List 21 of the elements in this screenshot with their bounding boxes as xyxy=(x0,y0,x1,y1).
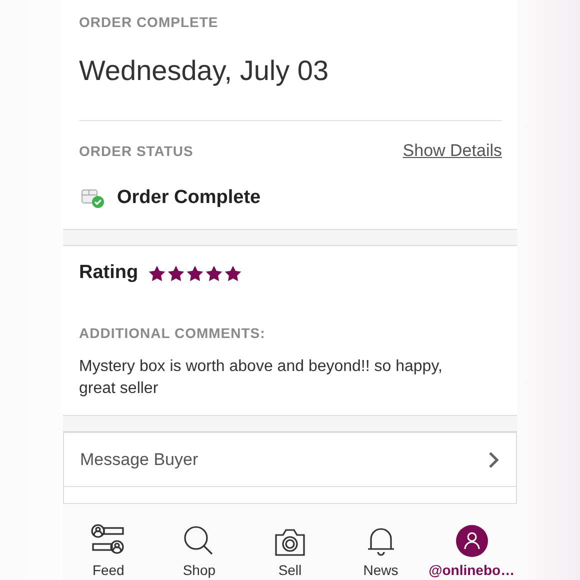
rating-label: Rating xyxy=(79,262,138,284)
comment-text: Mystery box is worth above and beyond!! so happy, great seller xyxy=(79,357,444,399)
order-date: Wednesday, July 03 xyxy=(79,55,330,87)
show-details-link[interactable]: Show Details xyxy=(402,141,502,161)
section-heading: ORDER STATUS xyxy=(79,143,194,159)
search-icon xyxy=(183,525,216,557)
people-list-icon xyxy=(90,523,126,557)
section-heading: ORDER COMPLETE xyxy=(79,14,220,30)
list-row[interactable] xyxy=(63,487,517,504)
tab-bar-item[interactable]: Shop xyxy=(154,504,245,580)
profile-icon xyxy=(456,525,488,557)
message-buyer-button[interactable]: Message Buyer xyxy=(63,432,517,487)
chevron-right-icon xyxy=(488,450,500,468)
package-check-icon xyxy=(81,187,105,209)
tab-bar-item[interactable]: News xyxy=(335,504,426,580)
tab-bar-item[interactable]: @onlinebo… xyxy=(426,504,517,580)
camera-icon xyxy=(274,527,306,557)
tab-bar-item[interactable]: Sell xyxy=(244,504,336,580)
section-heading: ADDITIONAL COMMENTS: xyxy=(79,325,266,341)
tab-bar-item[interactable]: Feed xyxy=(63,504,154,580)
order-status: Order Complete xyxy=(117,187,261,209)
